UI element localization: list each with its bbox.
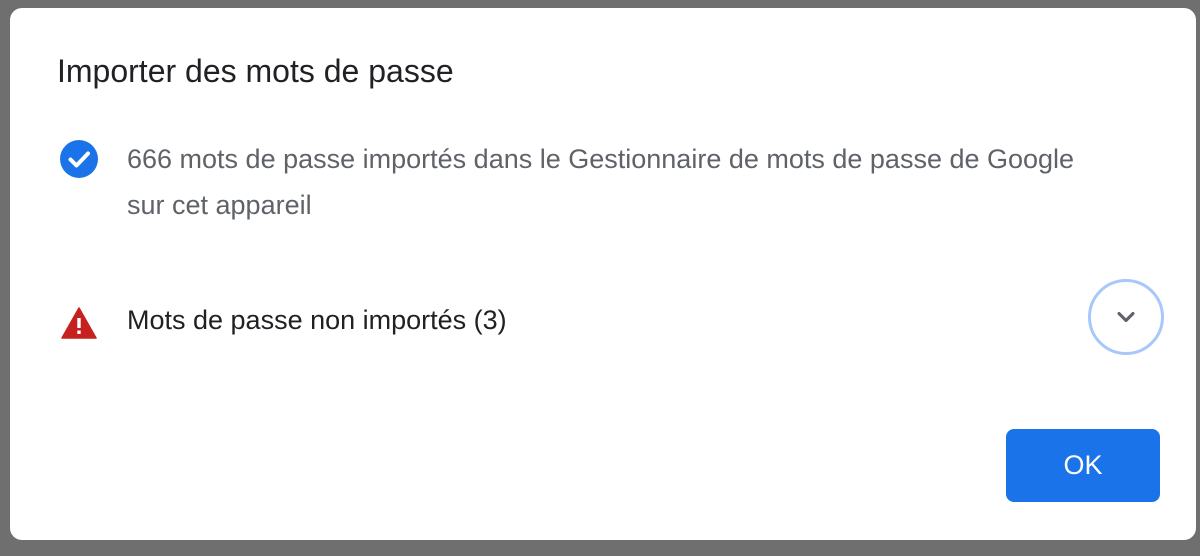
dialog-title: Importer des mots de passe	[57, 53, 454, 89]
ok-button[interactable]: OK	[1006, 429, 1160, 502]
check-circle-icon	[60, 140, 98, 178]
failed-imports-label: Mots de passe non importés (3)	[127, 305, 507, 335]
import-passwords-dialog: Importer des mots de passe 666 mots de p…	[10, 8, 1196, 540]
expand-failed-button[interactable]	[1088, 279, 1164, 355]
import-success-message: 666 mots de passe importés dans le Gesti…	[127, 144, 1075, 220]
chevron-down-icon	[1117, 311, 1135, 323]
warning-triangle-icon	[61, 307, 97, 339]
